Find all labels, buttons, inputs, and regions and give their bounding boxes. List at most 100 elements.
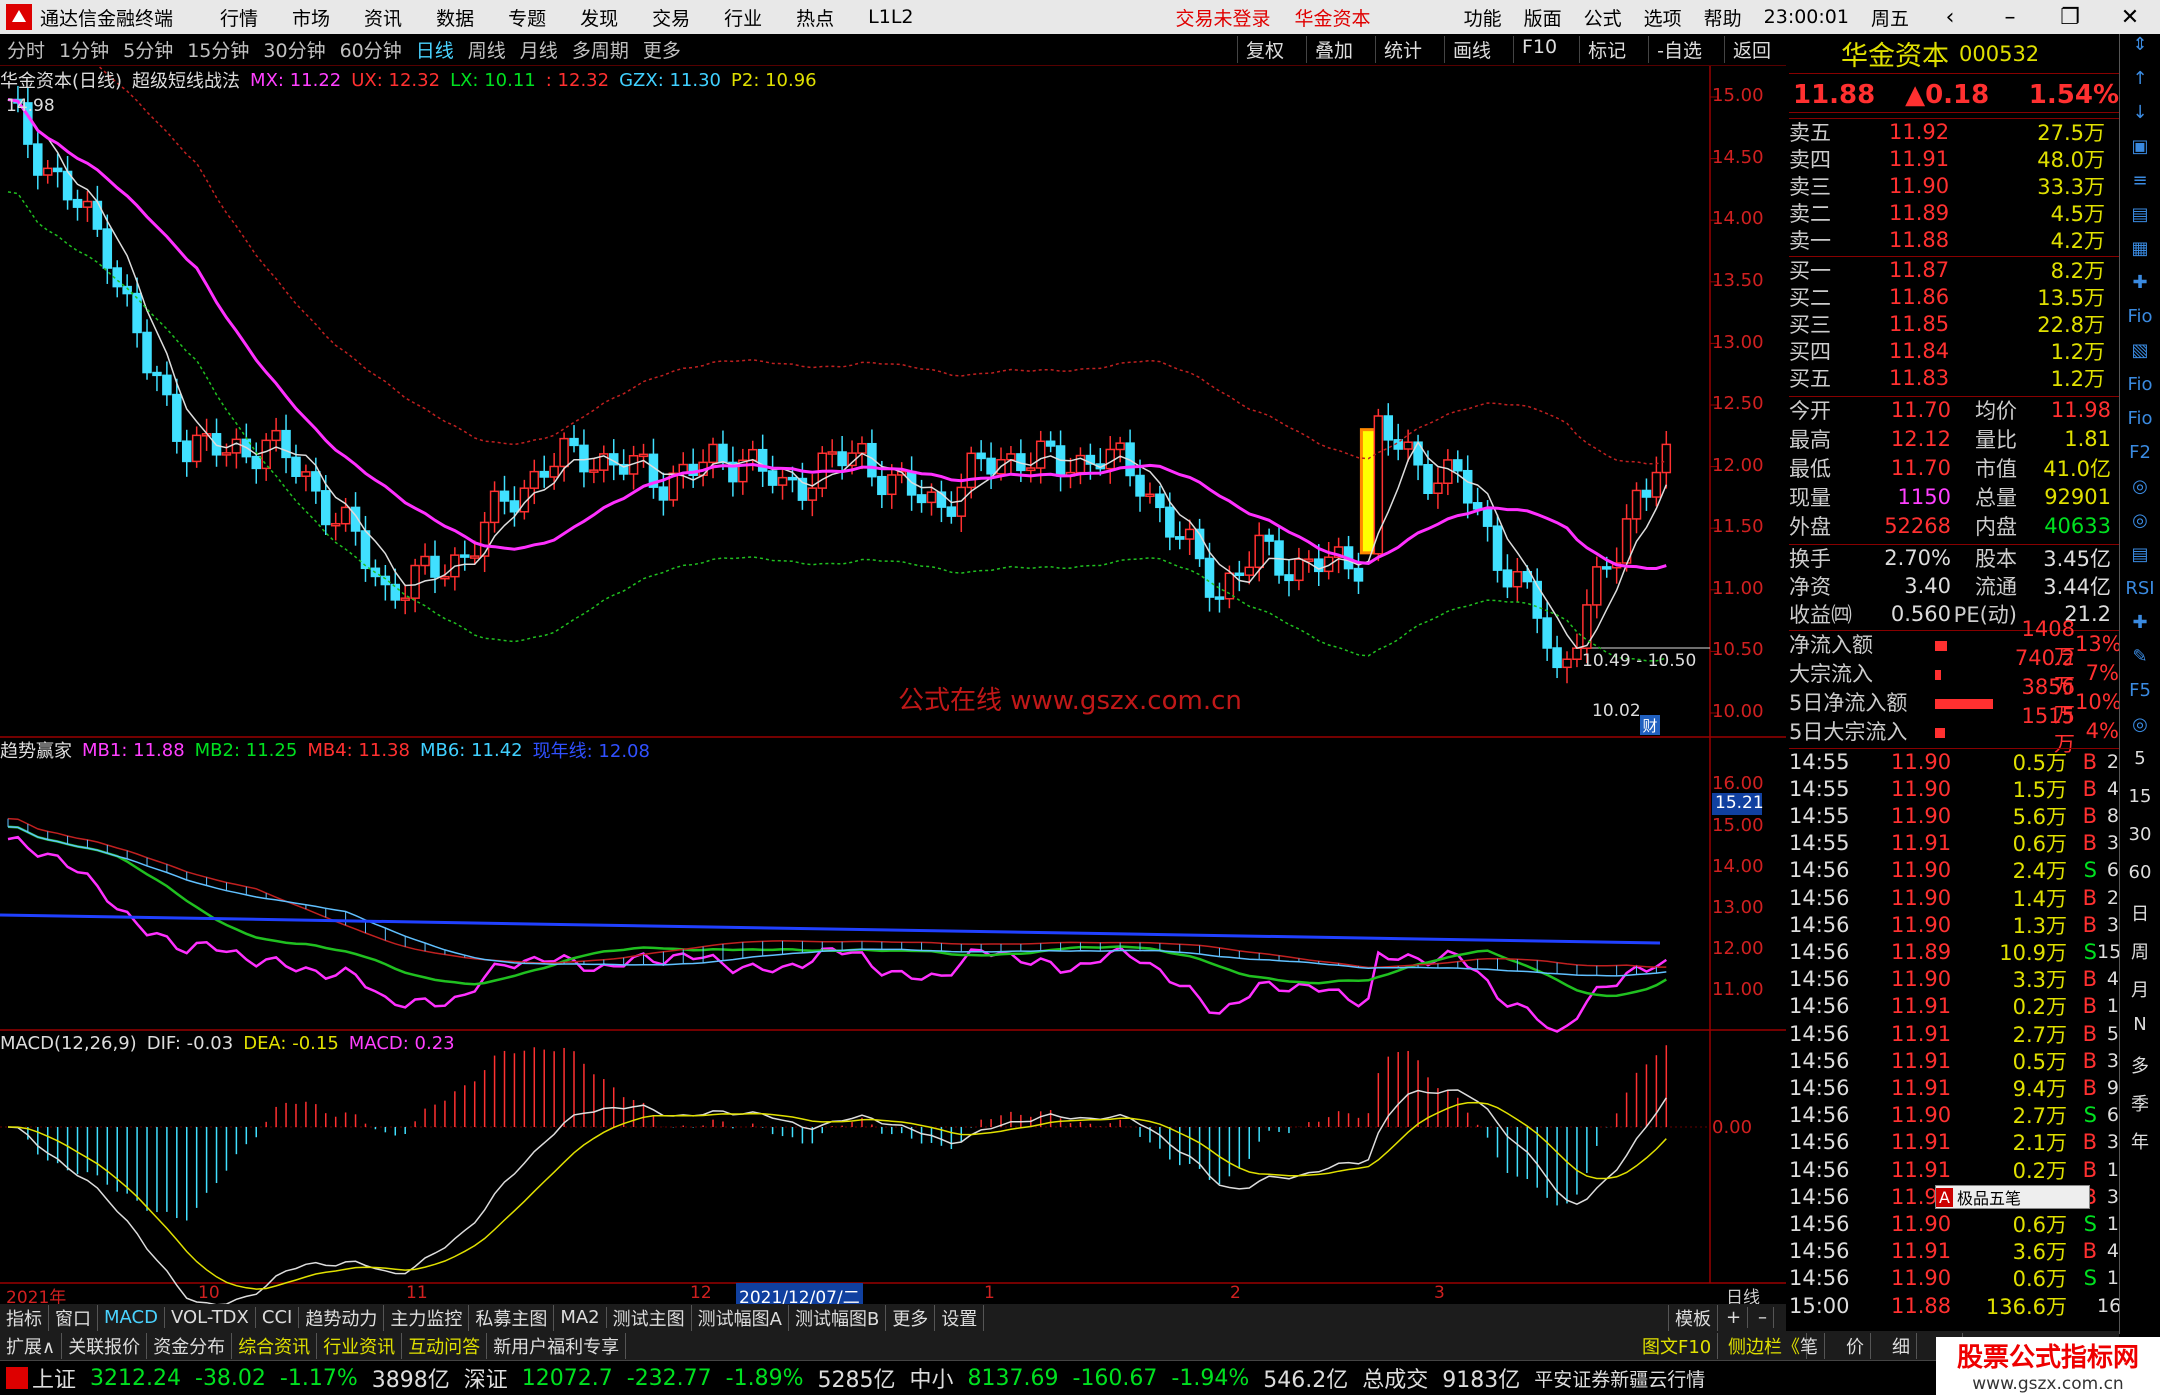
tick-row[interactable]: 14:56 11.89 10.9万 S 15 [1789, 938, 2121, 965]
bid-row[interactable]: 买五 11.83 1.2万 [1789, 364, 2119, 391]
tick-row[interactable]: 14:56 11.90 0.6万 S 1 [1789, 1210, 2119, 1237]
menu-item-discover[interactable]: 发现 [580, 4, 618, 31]
remove-pane-icon[interactable]: – [1752, 1307, 1774, 1328]
main-chart[interactable] [0, 66, 1786, 1304]
stat-row[interactable]: 最高 12.12 量比 1.81 [1789, 425, 2119, 452]
tab-industry-news[interactable]: 行业资讯 [317, 1332, 403, 1359]
sidebar-tool-12-icon[interactable]: F2 [2120, 442, 2160, 476]
tick-row[interactable]: 14:56 11.91 9.4万 B 9 [1789, 1074, 2119, 1101]
stat-row[interactable]: 换手 2.70% 股本 3.45亿 [1789, 544, 2119, 571]
ask-row[interactable]: 卖五 11.92 27.5万 [1789, 118, 2119, 145]
tool-return[interactable]: 返回 [1723, 36, 1779, 63]
tool-restore-right[interactable]: 复权 [1236, 36, 1292, 63]
sidebar-tool-4-icon[interactable]: ≡ [2120, 170, 2160, 204]
flow-row[interactable]: 5日大宗流入 1515万 4% [1789, 704, 2119, 756]
close-icon[interactable]: ✕ [2111, 5, 2149, 30]
tick-row[interactable]: 14:56 11.91 2.1万 B 3 [1789, 1129, 2119, 1156]
stat-row[interactable]: 净资 3.40 流通 3.44亿 [1789, 572, 2119, 599]
tick-row[interactable]: 14:56 11.90 3.3万 B 4 [1789, 966, 2119, 993]
sidebar-tool-31-icon[interactable]: 年 [2120, 1128, 2160, 1166]
tf-5min[interactable]: 5分钟 [123, 36, 173, 63]
stat-row[interactable]: 外盘 52268 内盘 40633 [1789, 512, 2119, 539]
tool-watchlist[interactable]: -自选 [1648, 36, 1710, 63]
tick-row[interactable]: 14:56 11.90 2.7万 S 6 [1789, 1102, 2119, 1129]
tool-f10[interactable]: F10 [1513, 36, 1565, 63]
sub2-name[interactable]: MACD(12,26,9) [0, 1033, 137, 1054]
menu-item-trade[interactable]: 交易 [652, 4, 690, 31]
tf-intraday[interactable]: 分时 [7, 36, 45, 63]
tool-draw[interactable]: 画线 [1443, 36, 1499, 63]
menu-layout[interactable]: 版面 [1524, 4, 1562, 31]
tab-related[interactable]: 关联报价 [62, 1332, 148, 1359]
index-zx[interactable]: 中小 [910, 1362, 954, 1394]
sidebar-tool-18-icon[interactable]: ✎ [2120, 646, 2160, 680]
menu-options[interactable]: 选项 [1644, 4, 1682, 31]
tab-trend-power[interactable]: 趋势动力 [299, 1304, 385, 1331]
ask-row[interactable]: 卖一 11.88 4.2万 [1789, 226, 2119, 253]
menu-item-topic[interactable]: 专题 [508, 4, 546, 31]
tab-macd[interactable]: MACD [98, 1307, 165, 1328]
stat-row[interactable]: 今开 11.70 均价 11.98 [1789, 396, 2119, 423]
ask-row[interactable]: 卖四 11.91 48.0万 [1789, 145, 2119, 172]
tool-mark[interactable]: 标记 [1579, 36, 1634, 63]
tick-row[interactable]: 14:56 11.90 0.6万 S 1 [1789, 1265, 2119, 1292]
sidebar-tool-13-icon[interactable]: ◎ [2120, 476, 2160, 510]
sidebar-tool-2-icon[interactable]: ↓ [2120, 102, 2160, 136]
sidebar-tool-10-icon[interactable]: Fio [2120, 374, 2160, 408]
menu-help[interactable]: 帮助 [1704, 4, 1742, 31]
sidebar-tool-17-icon[interactable]: ✚ [2120, 612, 2160, 646]
tick-row[interactable]: 14:56 11.90 1.3万 B 3 [1789, 911, 2119, 938]
sidebar-tool-27-icon[interactable]: 月 [2120, 976, 2160, 1014]
menu-item-hot[interactable]: 热点 [796, 4, 834, 31]
ask-row[interactable]: 卖三 11.90 33.3万 [1789, 172, 2119, 199]
tab-new-user[interactable]: 新用户福利专享 [487, 1332, 627, 1359]
tab-stroke[interactable]: 笔 [1794, 1332, 1825, 1359]
tick-row[interactable]: 14:56 11.91 0.5万 B 3 [1789, 1047, 2119, 1074]
sidebar-tool-29-icon[interactable]: 多 [2120, 1052, 2160, 1090]
tab-more[interactable]: 更多 [886, 1304, 936, 1331]
index-sz[interactable]: 深证 [464, 1362, 508, 1394]
sidebar-tool-9-icon[interactable]: ▧ [2120, 340, 2160, 374]
indicator-name[interactable]: 超级短线战法 [132, 67, 240, 93]
sub1-name[interactable]: 趋势赢家 [0, 737, 72, 763]
sidebar-tool-14-icon[interactable]: ◎ [2120, 510, 2160, 544]
tf-15min[interactable]: 15分钟 [187, 36, 249, 63]
sidebar-tool-0-icon[interactable]: ⇕ [2120, 34, 2160, 68]
sidebar-tool-11-icon[interactable]: Fio [2120, 408, 2160, 442]
tf-30min[interactable]: 30分钟 [263, 36, 325, 63]
tab-fund-dist[interactable]: 资金分布 [147, 1332, 233, 1359]
tab-indicator[interactable]: 指标 [0, 1304, 49, 1331]
tab-test-b[interactable]: 测试幅图B [789, 1304, 887, 1331]
add-pane-icon[interactable]: + [1720, 1307, 1749, 1328]
bid-row[interactable]: 买三 11.85 22.8万 [1789, 310, 2119, 337]
bid-row[interactable]: 买一 11.87 8.2万 [1789, 256, 2119, 283]
sidebar-tool-6-icon[interactable]: ▦ [2120, 238, 2160, 272]
tf-1min[interactable]: 1分钟 [59, 36, 109, 63]
tab-price[interactable]: 价 [1840, 1332, 1871, 1359]
bid-row[interactable]: 买二 11.86 13.5万 [1789, 283, 2119, 310]
sidebar-tool-15-icon[interactable]: ▤ [2120, 544, 2160, 578]
menu-item-quotes[interactable]: 行情 [220, 4, 258, 31]
menu-item-news[interactable]: 资讯 [364, 4, 402, 31]
sidebar-tool-22-icon[interactable]: 15 [2120, 786, 2160, 824]
tab-main-monitor[interactable]: 主力监控 [384, 1304, 470, 1331]
login-status[interactable]: 交易未登录 [1176, 4, 1271, 31]
tick-row[interactable]: 14:56 11.91 3.6万 B 4 [1789, 1238, 2119, 1265]
sidebar-tool-7-icon[interactable]: ✚ [2120, 272, 2160, 306]
tf-monthly[interactable]: 月线 [520, 36, 558, 63]
tick-row[interactable]: 14:56 11.90 2.4万 S 6 [1789, 857, 2119, 884]
menu-item-data[interactable]: 数据 [436, 4, 474, 31]
menu-function[interactable]: 功能 [1464, 4, 1502, 31]
tab-test-a[interactable]: 测试幅图A [692, 1304, 789, 1331]
sidebar-tool-30-icon[interactable]: 季 [2120, 1090, 2160, 1128]
stat-row[interactable]: 现量 1150 总量 92901 [1789, 483, 2119, 510]
sidebar-tool-21-icon[interactable]: 5 [2120, 748, 2160, 786]
sidebar-tool-8-icon[interactable]: Fio [2120, 306, 2160, 340]
index-sh[interactable]: 上证 [32, 1362, 76, 1394]
back-icon[interactable]: ‹ [1931, 5, 1969, 30]
menu-item-l1l2[interactable]: L1L2 [868, 6, 913, 28]
tick-row[interactable]: 14:56 11.91 0.2万 B 1 [1789, 993, 2119, 1020]
tick-row[interactable]: 14:55 11.91 0.6万 B 3 [1789, 830, 2119, 857]
tf-60min[interactable]: 60分钟 [340, 36, 402, 63]
sidebar-tool-20-icon[interactable]: ◎ [2120, 714, 2160, 748]
